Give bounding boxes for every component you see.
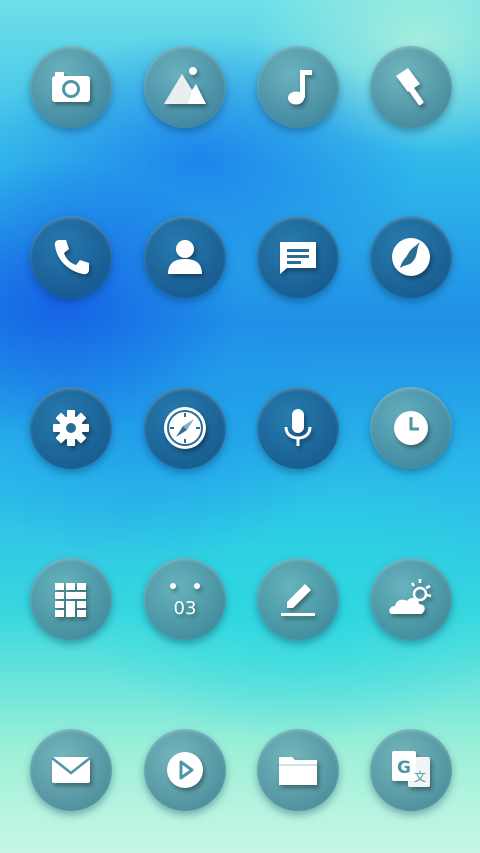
app-grid: 03 G 文 [0, 0, 480, 853]
calendar-icon: 03 [170, 583, 200, 619]
settings-app-button[interactable] [30, 387, 112, 469]
phone-icon [54, 240, 89, 275]
gallery-icon [164, 67, 206, 104]
weather-app-button[interactable] [370, 558, 452, 640]
video-player-app-button[interactable] [144, 729, 226, 811]
browser-app-button[interactable] [370, 216, 452, 298]
voice-recorder-app-button[interactable] [257, 387, 339, 469]
calculator-icon [55, 583, 86, 617]
notes-icon [281, 584, 315, 616]
music-icon [288, 70, 312, 105]
messages-app-button[interactable] [257, 216, 339, 298]
weather-icon [389, 579, 432, 614]
translate-han-glyph: 文 [414, 769, 426, 784]
video-player-icon [167, 752, 203, 788]
settings-gear-icon [53, 410, 89, 446]
contacts-app-button[interactable] [144, 216, 226, 298]
phone-app-button[interactable] [30, 216, 112, 298]
translate-icon: G 文 [392, 751, 430, 787]
notes-app-button[interactable] [257, 558, 339, 640]
gallery-app-button[interactable] [144, 46, 226, 128]
compass-icon [164, 407, 206, 449]
theme-app-button[interactable] [370, 46, 452, 128]
music-app-button[interactable] [257, 46, 339, 128]
camera-app-button[interactable] [30, 46, 112, 128]
translate-app-button[interactable]: G 文 [370, 729, 452, 811]
contacts-icon [168, 240, 202, 274]
calculator-app-button[interactable] [30, 558, 112, 640]
clock-icon [394, 411, 428, 445]
voice-recorder-icon [284, 409, 312, 446]
browser-icon [392, 238, 430, 276]
email-icon [51, 757, 91, 783]
compass-app-button[interactable] [144, 387, 226, 469]
camera-icon [52, 72, 90, 102]
file-manager-icon [279, 757, 317, 785]
calendar-app-button[interactable]: 03 [144, 558, 226, 640]
clock-app-button[interactable] [370, 387, 452, 469]
translate-g-glyph: G [397, 758, 411, 778]
file-manager-app-button[interactable] [257, 729, 339, 811]
messages-icon [280, 242, 316, 274]
theme-paint-icon [396, 68, 424, 106]
email-app-button[interactable] [30, 729, 112, 811]
calendar-day-number: 03 [174, 598, 197, 619]
